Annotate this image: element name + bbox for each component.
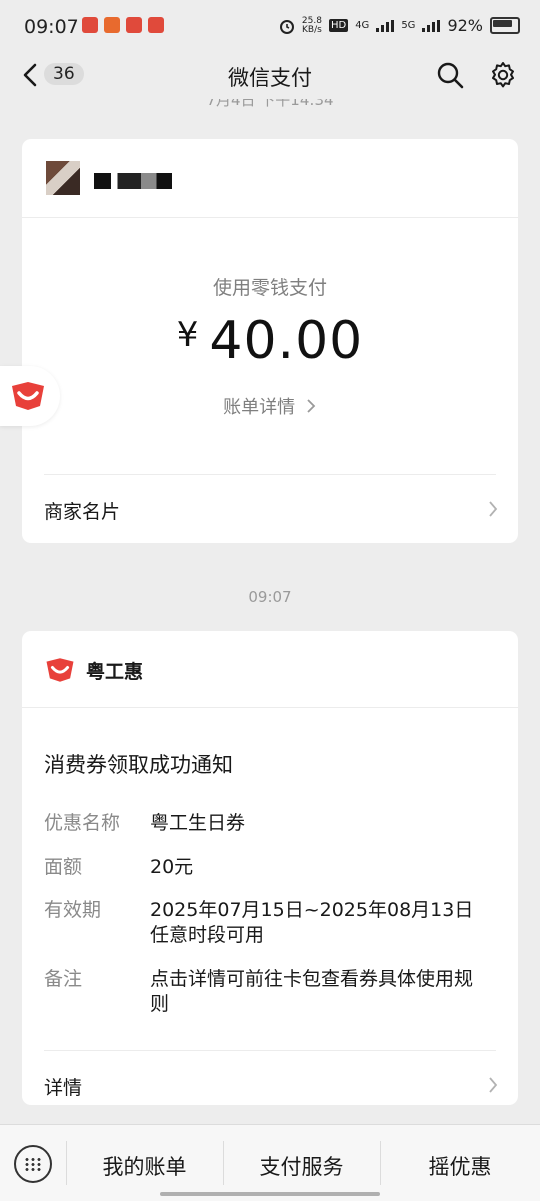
hd-badge: HD bbox=[328, 19, 349, 32]
floating-brand-button[interactable] bbox=[0, 366, 60, 426]
field-key: 有效期 bbox=[44, 899, 102, 921]
bill-detail-link[interactable]: 账单详情 bbox=[22, 393, 518, 419]
field-value: 2025年07月15日~2025年08月13日任意时段可用 bbox=[150, 899, 474, 946]
menu-pay-services[interactable]: 支付服务 bbox=[223, 1151, 380, 1181]
app-notification-icon bbox=[104, 17, 120, 33]
field-key: 面额 bbox=[44, 856, 83, 878]
gear-icon[interactable] bbox=[488, 60, 518, 90]
signal-icon bbox=[376, 19, 395, 32]
payment-amount: ¥40.00 bbox=[22, 311, 518, 371]
field-value: 粤工生日券 bbox=[150, 812, 246, 834]
signal-icon bbox=[422, 19, 441, 32]
payment-card[interactable]: 使用零钱支付 ¥40.00 账单详情 商家名片 bbox=[22, 139, 518, 543]
field-value: 20元 bbox=[150, 856, 194, 878]
detail-label: 详情 bbox=[44, 1077, 83, 1099]
status-indicators: 25.8 KB/s HD 4G 5G 92% bbox=[279, 16, 520, 35]
field-key: 优惠名称 bbox=[44, 812, 121, 834]
merchant-header[interactable] bbox=[22, 139, 518, 217]
field-value: 点击详情可前往卡包查看券具体使用规则 bbox=[150, 968, 474, 1015]
field-key: 备注 bbox=[44, 968, 83, 990]
brand-logo-icon bbox=[12, 382, 44, 410]
bill-detail-label: 账单详情 bbox=[223, 397, 296, 418]
message-time-cut: 7月4日 下午14:34 bbox=[206, 99, 334, 109]
divider bbox=[22, 217, 518, 218]
home-indicator[interactable] bbox=[160, 1192, 380, 1196]
notice-title: 消费券领取成功通知 bbox=[44, 753, 233, 777]
app-notification-icon bbox=[148, 17, 164, 33]
detail-row[interactable]: 详情 bbox=[22, 1051, 518, 1119]
alarm-icon bbox=[279, 19, 294, 34]
notice-card[interactable]: 粤工惠 消费券领取成功通知 优惠名称 粤工生日券 面额 20元 有效期 2025… bbox=[22, 631, 518, 1105]
currency-symbol: ¥ bbox=[176, 315, 200, 355]
network-5g: 5G bbox=[401, 20, 416, 31]
menu-shake-deals[interactable]: 摇优惠 bbox=[380, 1151, 540, 1181]
battery-percent: 92% bbox=[447, 16, 483, 35]
nav-bar: 36 微信支付 bbox=[0, 50, 540, 100]
network-4g: 4G bbox=[355, 20, 370, 31]
search-icon[interactable] bbox=[436, 61, 464, 89]
status-time: 09:07 bbox=[24, 16, 79, 38]
merchant-name-redacted bbox=[94, 173, 172, 189]
message-time: 09:07 bbox=[248, 588, 292, 606]
app-notification-icon bbox=[126, 17, 142, 33]
chevron-right-icon bbox=[307, 399, 316, 413]
keyboard-icon bbox=[24, 1157, 42, 1171]
divider bbox=[22, 707, 518, 708]
chevron-right-icon bbox=[489, 501, 498, 517]
bottom-menu: 我的账单 支付服务 摇优惠 bbox=[0, 1124, 540, 1201]
battery-icon bbox=[490, 17, 520, 34]
amount-value: 40.00 bbox=[209, 311, 364, 371]
menu-my-bills[interactable]: 我的账单 bbox=[66, 1151, 223, 1181]
status-bar: 09:07 25.8 KB/s HD 4G 5G 92% bbox=[0, 0, 540, 56]
app-notification-icon bbox=[82, 17, 98, 33]
brand-name: 粤工惠 bbox=[86, 661, 144, 683]
keyboard-toggle[interactable] bbox=[14, 1145, 52, 1183]
merchant-avatar bbox=[46, 161, 80, 195]
notification-icons bbox=[82, 17, 164, 33]
brand-header[interactable]: 粤工惠 bbox=[22, 631, 518, 707]
merchant-card-label: 商家名片 bbox=[44, 501, 121, 523]
net-speed: 25.8 KB/s bbox=[301, 15, 322, 35]
pay-method-label: 使用零钱支付 bbox=[212, 277, 327, 299]
chevron-right-icon bbox=[489, 1077, 498, 1093]
brand-logo-icon bbox=[46, 658, 74, 682]
merchant-card-row[interactable]: 商家名片 bbox=[22, 475, 518, 543]
